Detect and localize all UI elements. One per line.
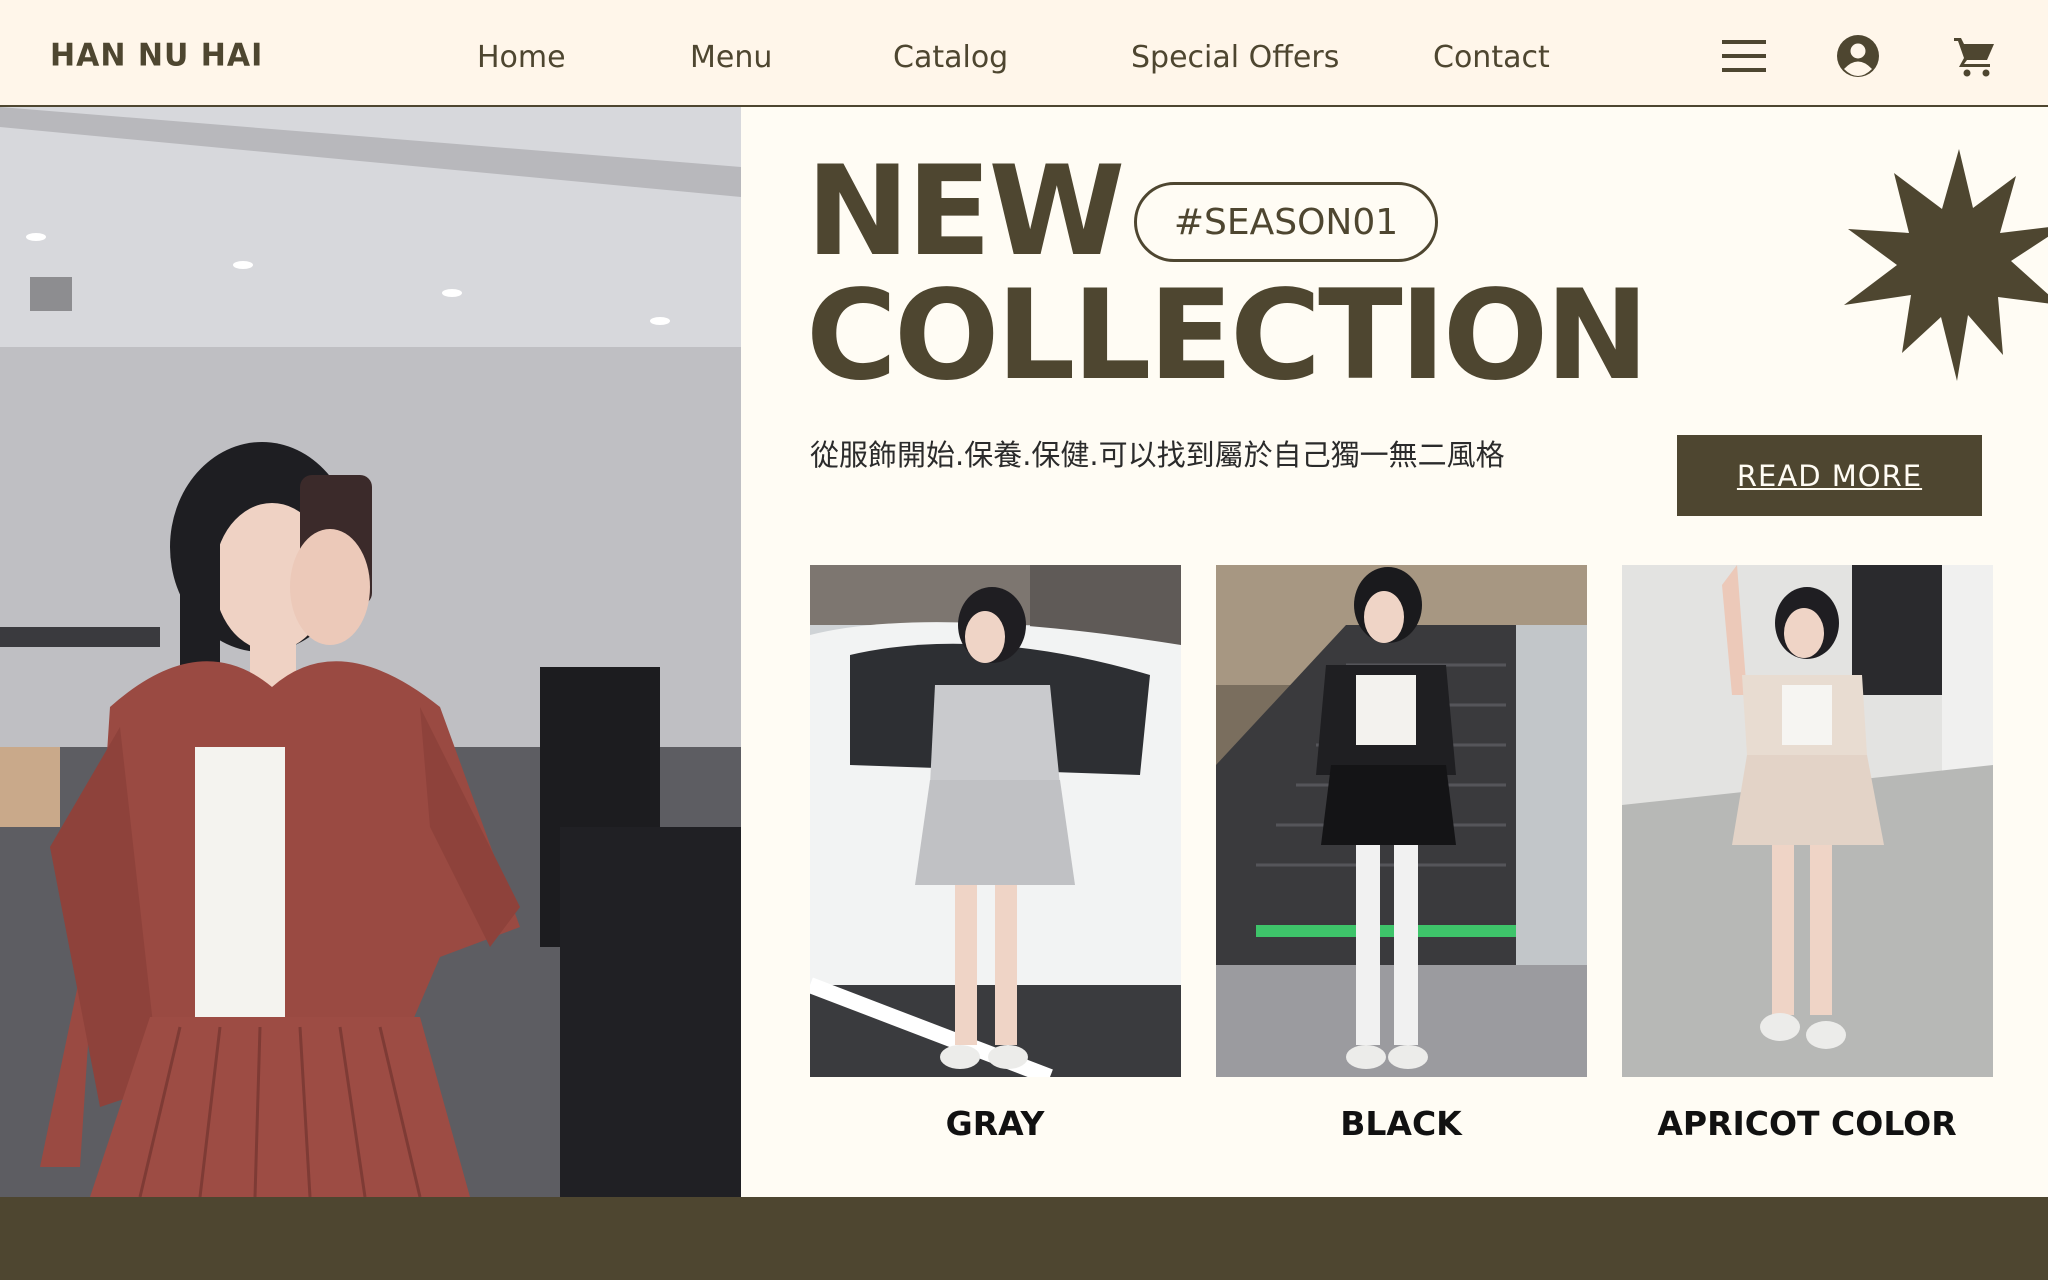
- footer-band: [0, 1197, 2048, 1280]
- nav-link-contact[interactable]: Contact: [1433, 40, 1550, 75]
- collection-subtitle: 從服飾開始.保養.保健.可以找到屬於自己獨一無二風格: [810, 438, 1505, 472]
- nav-link-catalog[interactable]: Catalog: [893, 40, 1008, 75]
- product-photo-apricot[interactable]: [1622, 565, 1993, 1077]
- season-tag-badge: #SEASON01: [1134, 182, 1438, 262]
- nav-link-menu[interactable]: Menu: [690, 40, 772, 75]
- shopping-cart-icon[interactable]: [1952, 34, 2000, 78]
- read-more-button[interactable]: READ MORE: [1677, 435, 1982, 516]
- product-label-black[interactable]: BLACK: [1201, 1104, 1601, 1143]
- brand-logo[interactable]: HAN NU HAI: [50, 37, 263, 74]
- product-photo-black[interactable]: [1216, 565, 1587, 1077]
- top-navigation-bar: HAN NU HAI Home Menu Catalog Special Off…: [0, 0, 2048, 107]
- headline-line-collection: COLLECTION: [806, 264, 1649, 408]
- nav-link-special-offers[interactable]: Special Offers: [1131, 40, 1339, 75]
- product-photo-gray[interactable]: [810, 565, 1181, 1077]
- product-label-gray[interactable]: GRAY: [795, 1104, 1195, 1143]
- hamburger-menu-icon[interactable]: [1720, 34, 1768, 78]
- nav-link-home[interactable]: Home: [477, 40, 566, 75]
- user-account-icon[interactable]: [1836, 34, 1884, 78]
- starburst-icon: [1844, 149, 2048, 381]
- product-label-apricot[interactable]: APRICOT COLOR: [1607, 1104, 2007, 1143]
- hero-model-photo: [0, 107, 741, 1197]
